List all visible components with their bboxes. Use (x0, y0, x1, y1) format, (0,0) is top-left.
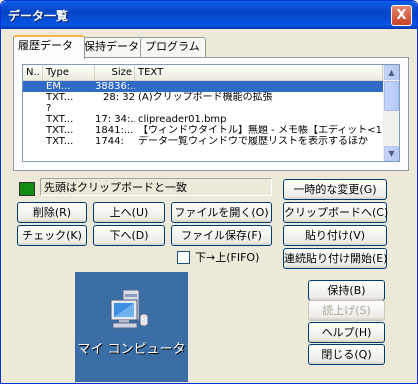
preview-label: マイ コンピュータ (77, 342, 186, 357)
tab-kept-data[interactable]: 保持データ (79, 37, 145, 57)
history-list[interactable]: N.. Type Size TEXT EM... 38836:... TXT..… (22, 64, 400, 162)
row-size: 17: 34:... (95, 114, 135, 125)
close-button[interactable]: 閉じる(Q) (308, 344, 385, 365)
scroll-thumb[interactable] (384, 81, 399, 111)
row-size: 28: 32 (103, 92, 135, 103)
row-type: TXT... (46, 92, 74, 103)
my-computer-icon (110, 289, 149, 329)
list-row[interactable]: TXT... 28: 32 (A)クリップボード機能の拡張 (23, 92, 383, 103)
row-type: EM... (46, 81, 71, 92)
continuous-paste-button[interactable]: 連続貼り付け開始(E) (283, 248, 388, 269)
read-aloud-button[interactable]: 読上げ(S) (308, 300, 385, 321)
column-header-size[interactable]: Size (95, 65, 135, 80)
close-window-button[interactable]: X (391, 5, 412, 26)
list-header: N.. Type Size TEXT (23, 65, 383, 81)
column-header-type[interactable]: Type (43, 65, 95, 80)
paste-button[interactable]: 貼り付け(V) (283, 225, 387, 246)
row-type: TXT... (46, 125, 74, 136)
to-clipboard-button[interactable]: クリップボードへ(C) (283, 202, 388, 223)
window-title: データ一覧 (8, 9, 69, 23)
data-list-window: データ一覧 X 履歴データ 保持データ プログラム N.. Type Size … (0, 0, 418, 384)
fifo-checkbox-label[interactable]: 下→上(FIFO) (195, 250, 259, 265)
help-button[interactable]: ヘルプ(H) (308, 322, 385, 343)
row-type: ? (46, 103, 52, 114)
check-button[interactable]: チェック(K) (17, 225, 87, 246)
column-header-text[interactable]: TEXT (135, 65, 383, 80)
row-text: データ一覧ウィンドウで履歴リストを表示するほか (138, 136, 368, 147)
list-scrollbar[interactable]: ▲ ▼ (383, 65, 399, 161)
move-up-button[interactable]: 上へ(U) (93, 202, 165, 223)
row-text: clipreader01.bmp (138, 114, 227, 125)
row-size: 38836:... (95, 81, 135, 92)
temporary-change-button[interactable]: 一時的な変更(G) (283, 179, 387, 200)
status-led-icon (19, 182, 35, 196)
save-file-button[interactable]: ファイル保存(F) (171, 225, 272, 246)
row-type: TXT... (46, 136, 74, 147)
row-text: 【ウィンドウタイトル】無題 - メモ帳【エディット<1>】 デ (138, 125, 383, 136)
fifo-checkbox[interactable] (177, 251, 190, 264)
list-row[interactable]: EM... 38836:... (23, 81, 383, 92)
column-header-number[interactable]: N.. (23, 65, 43, 80)
tab-history[interactable]: 履歴データ (13, 35, 85, 59)
title-bar[interactable]: データ一覧 X (1, 1, 417, 29)
list-row[interactable]: TXT... 17: 34:... clipreader01.bmp (23, 114, 383, 125)
list-row[interactable]: TXT... 1744: データ一覧ウィンドウで履歴リストを表示するほか (23, 136, 383, 147)
preview-image: マイ コンピュータ (75, 272, 188, 382)
scroll-up-icon[interactable]: ▲ (384, 65, 399, 80)
row-size: 1744: (95, 136, 124, 147)
row-type: TXT... (46, 114, 74, 125)
tab-program[interactable]: プログラム (140, 37, 206, 57)
keep-button[interactable]: 保持(B) (308, 280, 385, 301)
move-down-button[interactable]: 下へ(D) (93, 225, 165, 246)
row-size: 1841:... (95, 125, 134, 136)
scroll-down-icon[interactable]: ▼ (384, 146, 399, 161)
status-text: 先頭はクリップボードと一致 (40, 178, 272, 196)
open-file-button[interactable]: ファイルを開く(O) (171, 202, 272, 223)
delete-button[interactable]: 削除(R) (17, 202, 87, 223)
row-text: (A)クリップボード機能の拡張 (138, 92, 273, 103)
history-panel: N.. Type Size TEXT EM... 38836:... TXT..… (13, 57, 409, 171)
list-row[interactable]: ? (23, 103, 383, 114)
list-row[interactable]: TXT... 1841:... 【ウィンドウタイトル】無題 - メモ帳【エディッ… (23, 125, 383, 136)
list-rows: EM... 38836:... TXT... 28: 32 (A)クリップボード… (23, 81, 383, 147)
